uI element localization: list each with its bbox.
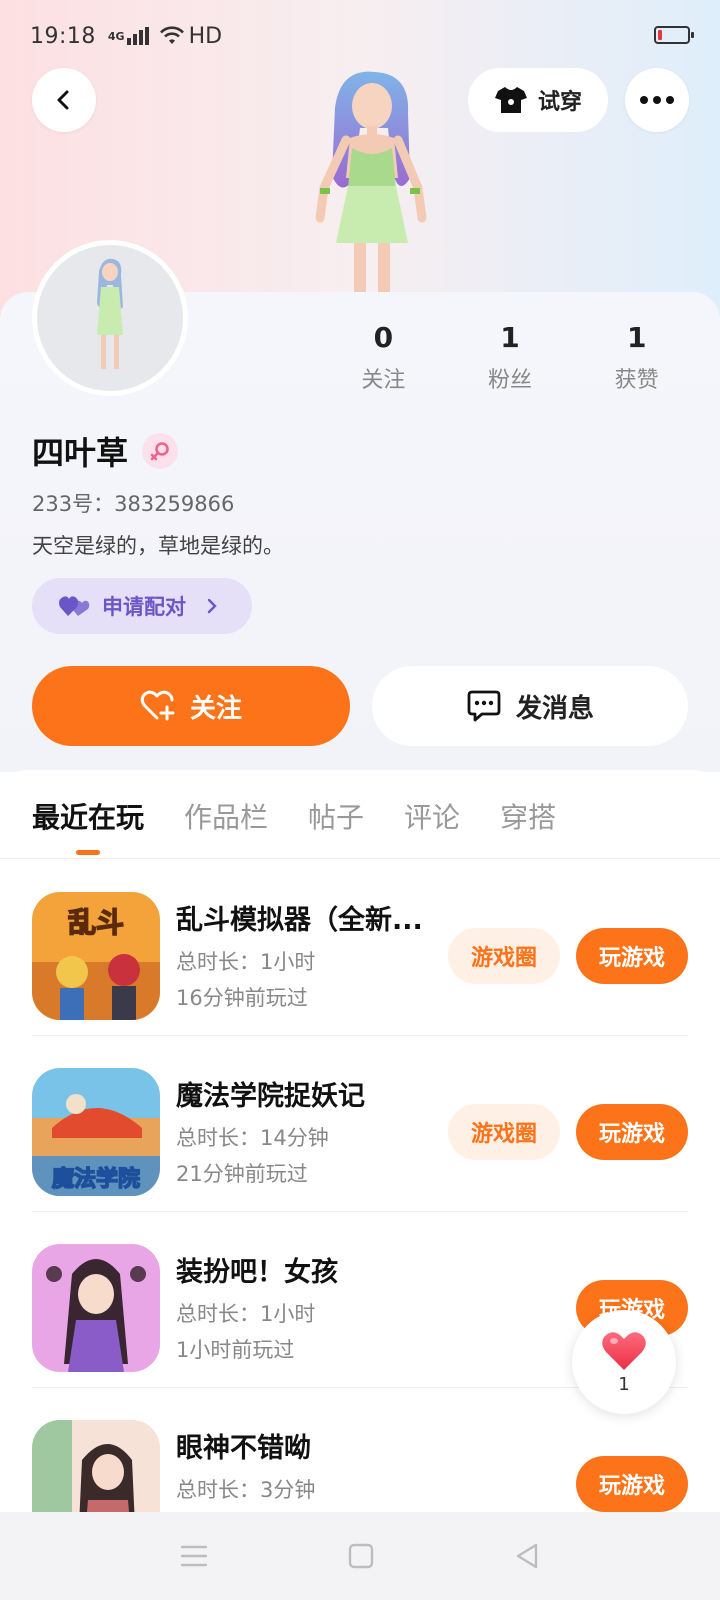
game-icon[interactable]: 乱斗 — [32, 892, 160, 1020]
system-nav-bar — [0, 1512, 720, 1600]
female-icon — [142, 433, 179, 469]
stat-label: 获赞 — [614, 368, 659, 393]
tab-comments[interactable]: 评论 — [404, 796, 460, 836]
tab-works[interactable]: 作品栏 — [184, 796, 268, 836]
stat-following[interactable]: 0 关注 — [320, 318, 447, 394]
profile-bio: 天空是绿的，草地是绿的。 — [32, 534, 284, 558]
chevron-right-icon — [207, 598, 217, 614]
follow-label: 关注 — [189, 693, 242, 724]
game-duration: 总时长：1小时 — [176, 950, 316, 974]
back-button[interactable] — [32, 68, 96, 132]
follow-button[interactable]: 关注 — [32, 666, 350, 746]
hearts-icon — [59, 596, 90, 616]
profile-stats: 0 关注 1 粉丝 1 获赞 — [320, 318, 700, 394]
send-message-button[interactable]: 发消息 — [372, 666, 688, 746]
user-id: 233号：383259866 — [32, 492, 235, 516]
game-title: 魔法学院捉妖记 — [176, 1081, 365, 1112]
game-circle-button[interactable]: 游戏圈 — [448, 928, 560, 984]
stat-value: 1 — [500, 321, 520, 354]
network-label: HD — [188, 23, 223, 49]
back-triangle-icon[interactable] — [514, 1542, 540, 1570]
signal-icon — [126, 27, 149, 45]
request-pair-button[interactable]: 申请配对 — [32, 578, 252, 634]
battery-icon — [654, 26, 694, 44]
request-pair-label: 申请配对 — [102, 595, 186, 619]
try-on-label: 试穿 — [537, 90, 582, 115]
send-message-label: 发消息 — [515, 693, 594, 724]
tab-outfits[interactable]: 穿搭 — [500, 796, 556, 836]
stat-label: 粉丝 — [488, 368, 533, 393]
heart-icon — [602, 1331, 646, 1370]
game-icon-text: 魔法学院 — [52, 1166, 140, 1192]
stat-value: 0 — [373, 321, 394, 354]
home-square-icon[interactable] — [348, 1543, 374, 1569]
stat-value: 1 — [626, 321, 647, 354]
game-last-played: 16分钟前玩过 — [176, 986, 308, 1010]
game-title: 装扮吧！女孩 — [176, 1257, 338, 1288]
name-row: 四叶草 — [32, 428, 179, 474]
avatar[interactable] — [32, 240, 188, 396]
floating-like-button[interactable]: 1 — [572, 1310, 676, 1414]
game-duration: 总时长：1小时 — [176, 1302, 316, 1326]
stat-followers[interactable]: 1 粉丝 — [447, 318, 574, 394]
game-last-played: 21分钟前玩过 — [176, 1162, 308, 1186]
tshirt-icon — [494, 87, 527, 113]
tabs-divider — [0, 858, 720, 859]
play-game-button[interactable]: 玩游戏 — [576, 1104, 688, 1160]
heart-plus-icon — [140, 690, 175, 721]
tab-posts[interactable]: 帖子 — [308, 796, 364, 836]
stat-likes[interactable]: 1 获赞 — [573, 318, 700, 394]
chevron-left-icon — [57, 90, 69, 110]
like-count: 1 — [618, 1373, 630, 1395]
game-circle-button[interactable]: 游戏圈 — [448, 1104, 560, 1160]
avatar-figure-icon — [97, 258, 123, 369]
game-title: 眼神不错呦 — [176, 1433, 311, 1464]
game-last-played: 1小时前玩过 — [176, 1338, 295, 1362]
signal-type: 4G — [107, 29, 125, 43]
stat-label: 关注 — [361, 368, 406, 393]
play-game-button[interactable]: 玩游戏 — [576, 1456, 688, 1512]
chat-bubble-icon — [467, 690, 501, 722]
game-list-item[interactable]: 乱斗 乱斗模拟器（全新... 总时长：1小时 16分钟前玩过 游戏圈 玩游戏 — [0, 860, 720, 1036]
try-on-button[interactable]: 试穿 — [468, 68, 608, 132]
status-bar: 19:18 4G HD — [0, 0, 720, 72]
game-icon-text: 乱斗 — [68, 906, 124, 939]
game-title: 乱斗模拟器（全新... — [176, 905, 423, 936]
game-duration: 总时长：14分钟 — [176, 1126, 329, 1150]
game-icon[interactable] — [32, 1244, 160, 1372]
status-time: 19:18 — [30, 23, 96, 49]
menu-icon[interactable] — [180, 1544, 208, 1568]
wifi-icon — [159, 26, 184, 44]
more-dots-icon — [640, 96, 674, 104]
play-game-button[interactable]: 玩游戏 — [576, 928, 688, 984]
profile-name: 四叶草 — [32, 434, 129, 472]
tab-recent-played[interactable]: 最近在玩 — [32, 796, 144, 855]
game-list-item[interactable]: 魔法学院 魔法学院捉妖记 总时长：14分钟 21分钟前玩过 游戏圈 玩游戏 — [0, 1036, 720, 1212]
more-button[interactable] — [625, 68, 689, 132]
profile-tabs: 最近在玩 作品栏 帖子 评论 穿搭 — [32, 796, 556, 855]
avatar-3d-figure — [315, 71, 427, 293]
game-icon[interactable]: 魔法学院 — [32, 1068, 160, 1196]
game-duration: 总时长：3分钟 — [176, 1478, 316, 1502]
